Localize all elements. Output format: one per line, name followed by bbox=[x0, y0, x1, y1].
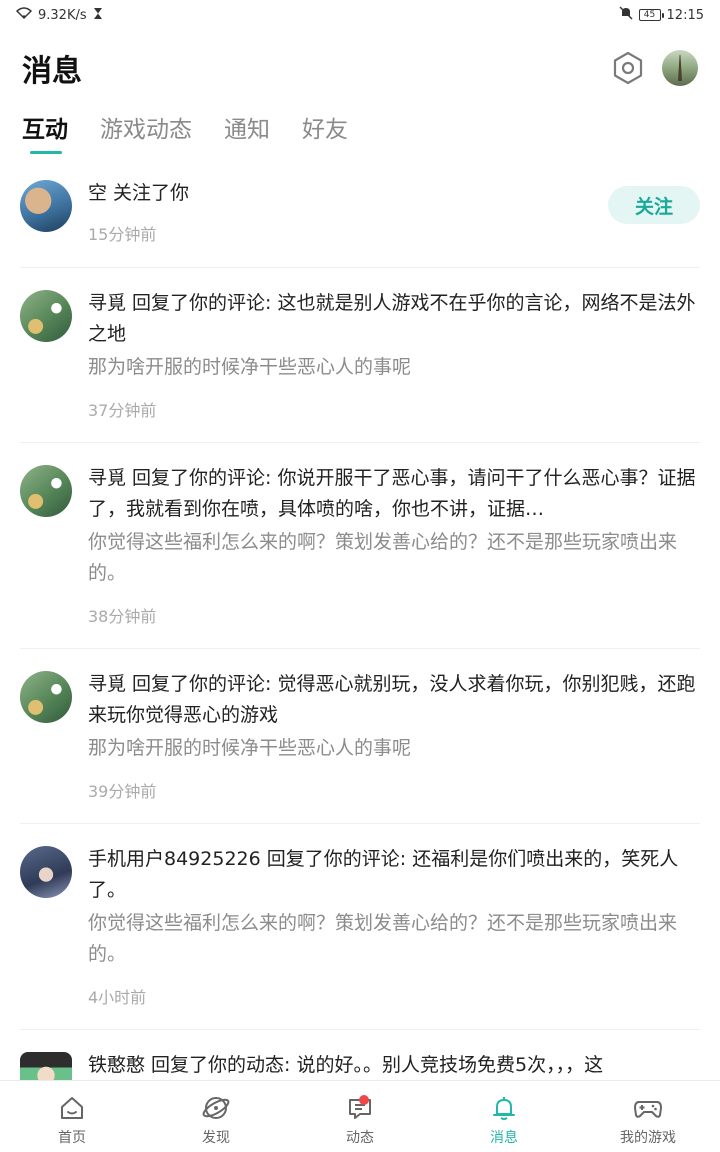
quoted-comment: 你觉得这些福利怎么来的啊？策划发善心给的？还不是那些玩家喷出来的。 bbox=[88, 912, 678, 965]
tab-friends[interactable]: 好友 bbox=[302, 110, 348, 154]
bottom-nav: 首页 发现 动态 消息 我的游戏 bbox=[0, 1080, 720, 1152]
list-item[interactable]: 寻覓 回复了你的评论: 你说开服干了恶心事，请问干了什么恶心事？证据了，我就看到… bbox=[20, 443, 700, 649]
wifi-icon bbox=[15, 7, 33, 23]
nav-label: 我的游戏 bbox=[620, 1130, 676, 1146]
notification-message: 寻覓 回复了你的评论: 你说开服干了恶心事，请问干了什么恶心事？证据了，我就看到… bbox=[88, 467, 696, 520]
status-left: 9.32K/s bbox=[15, 7, 103, 24]
clock: 12:15 bbox=[666, 7, 704, 23]
notification-time: 37分钟前 bbox=[88, 401, 157, 420]
notification-time: 39分钟前 bbox=[88, 782, 157, 801]
nav-discover[interactable]: 发现 bbox=[144, 1081, 288, 1152]
battery-level: 45 bbox=[643, 9, 656, 20]
notification-message: 手机用户84925226 回复了你的评论: 还福利是你们喷出来的，笑死人了。 bbox=[88, 848, 679, 901]
home-icon bbox=[57, 1093, 87, 1123]
nav-home[interactable]: 首页 bbox=[0, 1081, 144, 1152]
tab-label: 互动 bbox=[22, 117, 68, 143]
status-bar: 9.32K/s 45 12:15 bbox=[0, 0, 720, 30]
list-item[interactable]: 寻覓 回复了你的评论: 这也就是别人游戏不在乎你的言论，网络不是法外之地 那为啥… bbox=[20, 268, 700, 443]
quoted-comment: 那为啥开服的时候净干些恶心人的事呢 bbox=[88, 737, 412, 759]
notification-message: 寻覓 回复了你的评论: 觉得恶心就别玩，没人求着你玩，你别犯贱，还跑来玩你觉得恶… bbox=[88, 673, 696, 726]
bell-icon bbox=[489, 1093, 519, 1123]
hexagon-settings-icon bbox=[613, 51, 643, 85]
nav-feed[interactable]: 动态 bbox=[288, 1081, 432, 1152]
hourglass-icon bbox=[93, 7, 103, 24]
notification-badge bbox=[359, 1095, 369, 1105]
profile-avatar[interactable] bbox=[662, 50, 698, 86]
tab-label: 好友 bbox=[302, 117, 348, 143]
avatar[interactable] bbox=[20, 846, 72, 898]
quoted-comment: 那为啥开服的时候净干些恶心人的事呢 bbox=[88, 356, 412, 378]
tab-label: 游戏动态 bbox=[100, 117, 192, 143]
page-title: 消息 bbox=[22, 54, 82, 89]
quoted-comment: 你觉得这些福利怎么来的啊？策划发善心给的？还不是那些玩家喷出来的。 bbox=[88, 531, 678, 584]
tab-active-indicator bbox=[30, 151, 62, 154]
mute-icon bbox=[619, 6, 633, 24]
list-item[interactable]: 手机用户84925226 回复了你的评论: 还福利是你们喷出来的，笑死人了。 你… bbox=[20, 824, 700, 1030]
avatar[interactable] bbox=[20, 1052, 72, 1082]
tab-interactions[interactable]: 互动 bbox=[22, 110, 68, 154]
tab-game-updates[interactable]: 游戏动态 bbox=[100, 110, 192, 154]
nav-label: 动态 bbox=[346, 1130, 374, 1146]
list-item[interactable]: 空 关注了你 15分钟前 关注 bbox=[20, 162, 700, 268]
discover-icon bbox=[201, 1093, 231, 1123]
nav-my-games[interactable]: 我的游戏 bbox=[576, 1081, 720, 1152]
battery-icon: 45 bbox=[638, 9, 664, 21]
avatar[interactable] bbox=[20, 465, 72, 517]
notification-message: 寻覓 回复了你的评论: 这也就是别人游戏不在乎你的言论，网络不是法外之地 bbox=[88, 292, 696, 345]
tab-label: 通知 bbox=[224, 117, 270, 143]
settings-button[interactable] bbox=[610, 50, 646, 86]
nav-label: 消息 bbox=[490, 1130, 518, 1146]
follow-button[interactable]: 关注 bbox=[608, 186, 700, 224]
tab-bar: 互动 游戏动态 通知 好友 bbox=[0, 110, 720, 160]
avatar[interactable] bbox=[20, 671, 72, 723]
feed-icon bbox=[345, 1093, 375, 1123]
notification-time: 4小时前 bbox=[88, 988, 147, 1007]
notification-time: 38分钟前 bbox=[88, 607, 157, 626]
tab-notifications[interactable]: 通知 bbox=[224, 110, 270, 154]
avatar[interactable] bbox=[20, 290, 72, 342]
avatar[interactable] bbox=[20, 180, 72, 232]
nav-messages[interactable]: 消息 bbox=[432, 1081, 576, 1152]
network-speed: 9.32K/s bbox=[38, 7, 87, 23]
nav-label: 发现 bbox=[202, 1130, 230, 1146]
list-item[interactable]: 寻覓 回复了你的评论: 觉得恶心就别玩，没人求着你玩，你别犯贱，还跑来玩你觉得恶… bbox=[20, 649, 700, 824]
notification-message: 铁憨憨 回复了你的动态: 说的好。。别人竞技场免费5次，，，这 bbox=[88, 1054, 604, 1076]
notification-list[interactable]: 空 关注了你 15分钟前 关注 寻覓 回复了你的评论: 这也就是别人游戏不在乎你… bbox=[0, 162, 720, 1082]
nav-label: 首页 bbox=[58, 1130, 86, 1146]
list-item[interactable]: 铁憨憨 回复了你的动态: 说的好。。别人竞技场免费5次，，，这 bbox=[20, 1030, 700, 1082]
notification-time: 15分钟前 bbox=[88, 225, 157, 244]
gamepad-icon bbox=[633, 1093, 663, 1123]
status-right: 45 12:15 bbox=[619, 6, 704, 24]
header: 消息 bbox=[0, 40, 720, 96]
